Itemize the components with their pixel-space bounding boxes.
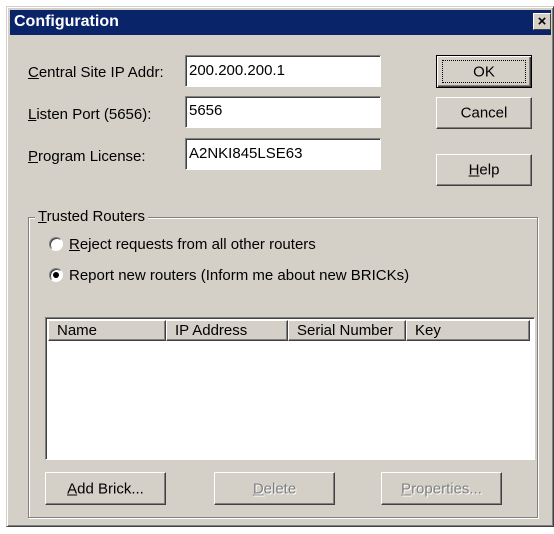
properties-label: Properties... [401,480,482,497]
configuration-dialog: Configuration × Central Site IP Addr: 20… [6,6,554,527]
trusted-routers-legend: Trusted Routers [35,208,148,225]
report-radio-label[interactable]: Report new routers (Inform me about new … [69,267,409,284]
cancel-button-label: Cancel [460,104,508,122]
reject-radio-label[interactable]: Reject requests from all other routers [69,236,316,253]
list-header: Name IP Address Serial Number Key [48,320,532,341]
ok-button[interactable]: OK [436,55,532,88]
routers-list[interactable]: Name IP Address Serial Number Key [45,317,535,460]
column-header-ip-address[interactable]: IP Address [166,320,288,341]
ok-button-label: OK [473,63,495,80]
program-license-input[interactable]: A2NKI845LSE63 [185,138,381,170]
column-header-serial-number[interactable]: Serial Number [288,320,406,341]
reject-radio[interactable] [49,237,63,251]
properties-button[interactable]: Properties... [381,472,502,505]
listen-port-label: Listen Port (5656): [28,106,152,123]
delete-button[interactable]: Delete [214,472,335,505]
column-header-key[interactable]: Key [406,320,530,341]
central-ip-input[interactable]: 200.200.200.1 [185,55,381,87]
add-brick-button[interactable]: Add Brick... [45,472,166,505]
help-button[interactable]: Help [436,154,532,186]
title-bar[interactable]: Configuration × [10,10,551,35]
window-title: Configuration [14,13,119,30]
help-button-label: Help [468,161,500,179]
add-brick-label: Add Brick... [67,480,144,497]
program-license-label: Program License: [28,148,146,165]
listen-port-input[interactable]: 5656 [185,96,381,128]
radio-selected-dot [53,272,59,278]
report-radio[interactable] [49,268,63,282]
close-icon[interactable]: × [533,13,551,30]
column-header-name[interactable]: Name [48,320,166,341]
cancel-button[interactable]: Cancel [436,97,532,129]
delete-label: Delete [252,480,297,497]
central-ip-label: Central Site IP Addr: [28,64,164,81]
